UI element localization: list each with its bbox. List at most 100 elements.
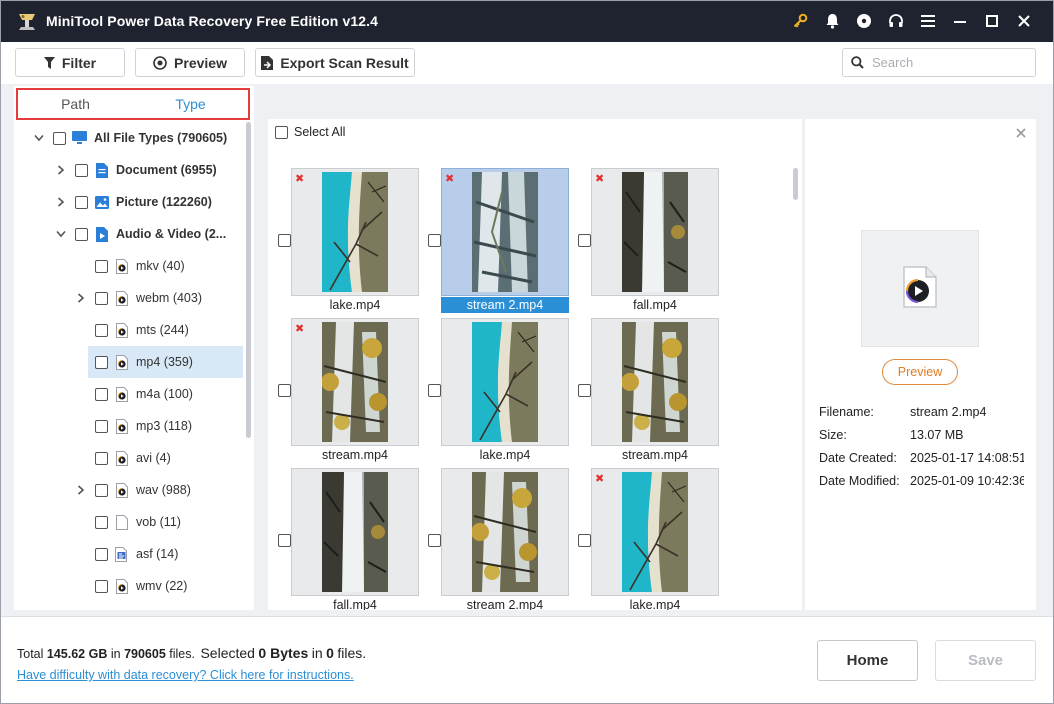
tab-type[interactable]: Type [133, 90, 248, 118]
tree-item[interactable]: wav (988) [14, 474, 246, 506]
tree-item[interactable]: mp3 (118) [14, 410, 246, 442]
file-thumbnail-image[interactable]: ✖ [291, 168, 419, 296]
file-info-key: Size: [819, 428, 847, 442]
file-thumbnail-image[interactable] [441, 318, 569, 446]
tree-item[interactable]: avi (4) [14, 442, 246, 474]
menu-icon[interactable] [912, 0, 944, 42]
file-type-tree: All File Types (790605) Document (6955) Pi… [14, 122, 246, 610]
tree-item-checkbox[interactable] [95, 419, 108, 433]
file-checkbox[interactable] [578, 384, 591, 397]
tree-item[interactable]: Picture (122260) [14, 186, 246, 218]
file-checkbox[interactable] [278, 234, 291, 247]
tree-item-checkbox[interactable] [95, 291, 108, 305]
close-preview-icon[interactable] [1016, 125, 1026, 141]
tree-item[interactable]: mts (244) [14, 314, 246, 346]
grid-scrollbar[interactable] [793, 168, 798, 200]
file-thumbnail-image[interactable]: ✖ [291, 318, 419, 446]
file-name: stream.mp4 [622, 448, 688, 462]
tree-item-checkbox[interactable] [95, 387, 108, 401]
file-checkbox[interactable] [278, 534, 291, 547]
export-label: Export Scan Result [280, 54, 409, 71]
tree-item[interactable]: m4a (100) [14, 378, 246, 410]
tree-scrollbar[interactable] [246, 122, 251, 438]
deleted-mark-icon: ✖ [295, 323, 305, 335]
file-checkbox[interactable] [428, 534, 441, 547]
save-button[interactable]: Save [935, 640, 1036, 681]
tree-item-checkbox[interactable] [95, 579, 108, 593]
file-thumbnail-item[interactable]: fall.mp4 [269, 468, 419, 610]
tree-item[interactable]: All File Types (790605) [14, 122, 246, 154]
file-thumbnail-item[interactable]: ✖ stream.mp4 [269, 318, 419, 466]
file-info-key: Date Created: [819, 451, 897, 465]
file-checkbox[interactable] [428, 384, 441, 397]
collapse-chevron-icon[interactable] [54, 227, 68, 241]
file-info-value: stream 2.mp4 [910, 405, 987, 419]
file-thumbnail-item[interactable]: lake.mp4 [419, 318, 569, 466]
maximize-icon[interactable] [976, 0, 1008, 42]
expand-chevron-icon[interactable] [74, 483, 88, 497]
home-button[interactable]: Home [817, 640, 918, 681]
tree-item[interactable]: webm (403) [14, 282, 246, 314]
tree-item[interactable]: asf (14) [14, 538, 246, 570]
select-all[interactable]: Select All [275, 125, 345, 139]
search-input[interactable] [872, 55, 1022, 70]
tree-item-label: mp4 (359) [136, 355, 193, 369]
tree-item-checkbox[interactable] [95, 515, 108, 529]
tree-item[interactable]: mp4 (359) [88, 346, 243, 378]
file-checkbox[interactable] [578, 534, 591, 547]
file-checkbox[interactable] [428, 234, 441, 247]
minimize-icon[interactable] [944, 0, 976, 42]
tree-item-checkbox[interactable] [95, 451, 108, 465]
tree-item[interactable]: vob (11) [14, 506, 246, 538]
file-thumbnail-image[interactable] [591, 318, 719, 446]
file-thumbnail-image[interactable]: ✖ [591, 468, 719, 596]
key-icon[interactable] [784, 0, 816, 42]
headset-icon[interactable] [880, 0, 912, 42]
tree-item[interactable]: wmv (22) [14, 570, 246, 602]
tree-item-checkbox[interactable] [95, 547, 108, 561]
file-thumbnail-item[interactable]: stream.mp4 [569, 318, 719, 466]
file-grid-panel: Select All ✖ lake.mp4 ✖ stream 2.mp4 ✖ fall.m… [268, 119, 802, 610]
tree-item[interactable]: mkv (40) [14, 250, 246, 282]
file-checkbox[interactable] [578, 234, 591, 247]
preview-button[interactable]: Preview [882, 359, 958, 385]
select-all-checkbox[interactable] [275, 125, 288, 139]
file-thumbnail-image[interactable]: ✖ [591, 168, 719, 296]
help-link[interactable]: Have difficulty with data recovery? Clic… [17, 668, 354, 682]
tree-item-checkbox[interactable] [95, 323, 108, 337]
tree-item-checkbox[interactable] [53, 131, 66, 145]
disc-icon[interactable] [848, 0, 880, 42]
tree-item-checkbox[interactable] [75, 163, 88, 177]
file-thumbnail-item[interactable]: ✖ stream 2.mp4 [419, 168, 569, 316]
search-box[interactable] [842, 48, 1036, 77]
expand-chevron-icon[interactable] [54, 163, 68, 177]
file-thumbnail-item[interactable]: ✖ fall.mp4 [569, 168, 719, 316]
toolbar: Filter Preview Export Scan Result [0, 42, 1054, 84]
file-thumbnail-item[interactable]: ✖ lake.mp4 [569, 468, 719, 610]
file-name: lake.mp4 [329, 298, 381, 312]
tab-path[interactable]: Path [18, 90, 133, 118]
file-thumbnail-item[interactable]: ✖ lake.mp4 [269, 168, 419, 316]
tree-item-checkbox[interactable] [95, 355, 108, 369]
bell-icon[interactable] [816, 0, 848, 42]
tree-item-checkbox[interactable] [75, 195, 88, 209]
file-thumbnail-image[interactable] [441, 468, 569, 596]
close-icon[interactable] [1008, 0, 1040, 42]
expand-chevron-icon[interactable] [54, 195, 68, 209]
tree-item[interactable]: Audio & Video (2... [14, 218, 246, 250]
tree-item[interactable]: Document (6955) [14, 154, 246, 186]
tree-item-checkbox[interactable] [75, 227, 88, 241]
export-scan-result-button[interactable]: Export Scan Result [255, 48, 415, 77]
preview-toolbar-button[interactable]: Preview [135, 48, 245, 77]
file-thumbnail-image[interactable] [291, 468, 419, 596]
filter-button[interactable]: Filter [15, 48, 125, 77]
tree-item-checkbox[interactable] [95, 259, 108, 273]
file-checkbox[interactable] [278, 384, 291, 397]
tree-item-label: All File Types (790605) [94, 131, 228, 145]
video-file-icon [114, 290, 129, 306]
file-thumbnail-image[interactable]: ✖ [441, 168, 569, 296]
collapse-chevron-icon[interactable] [32, 131, 46, 145]
file-thumbnail-item[interactable]: stream 2.mp4 [419, 468, 569, 610]
expand-chevron-icon[interactable] [74, 291, 88, 305]
tree-item-checkbox[interactable] [95, 483, 108, 497]
